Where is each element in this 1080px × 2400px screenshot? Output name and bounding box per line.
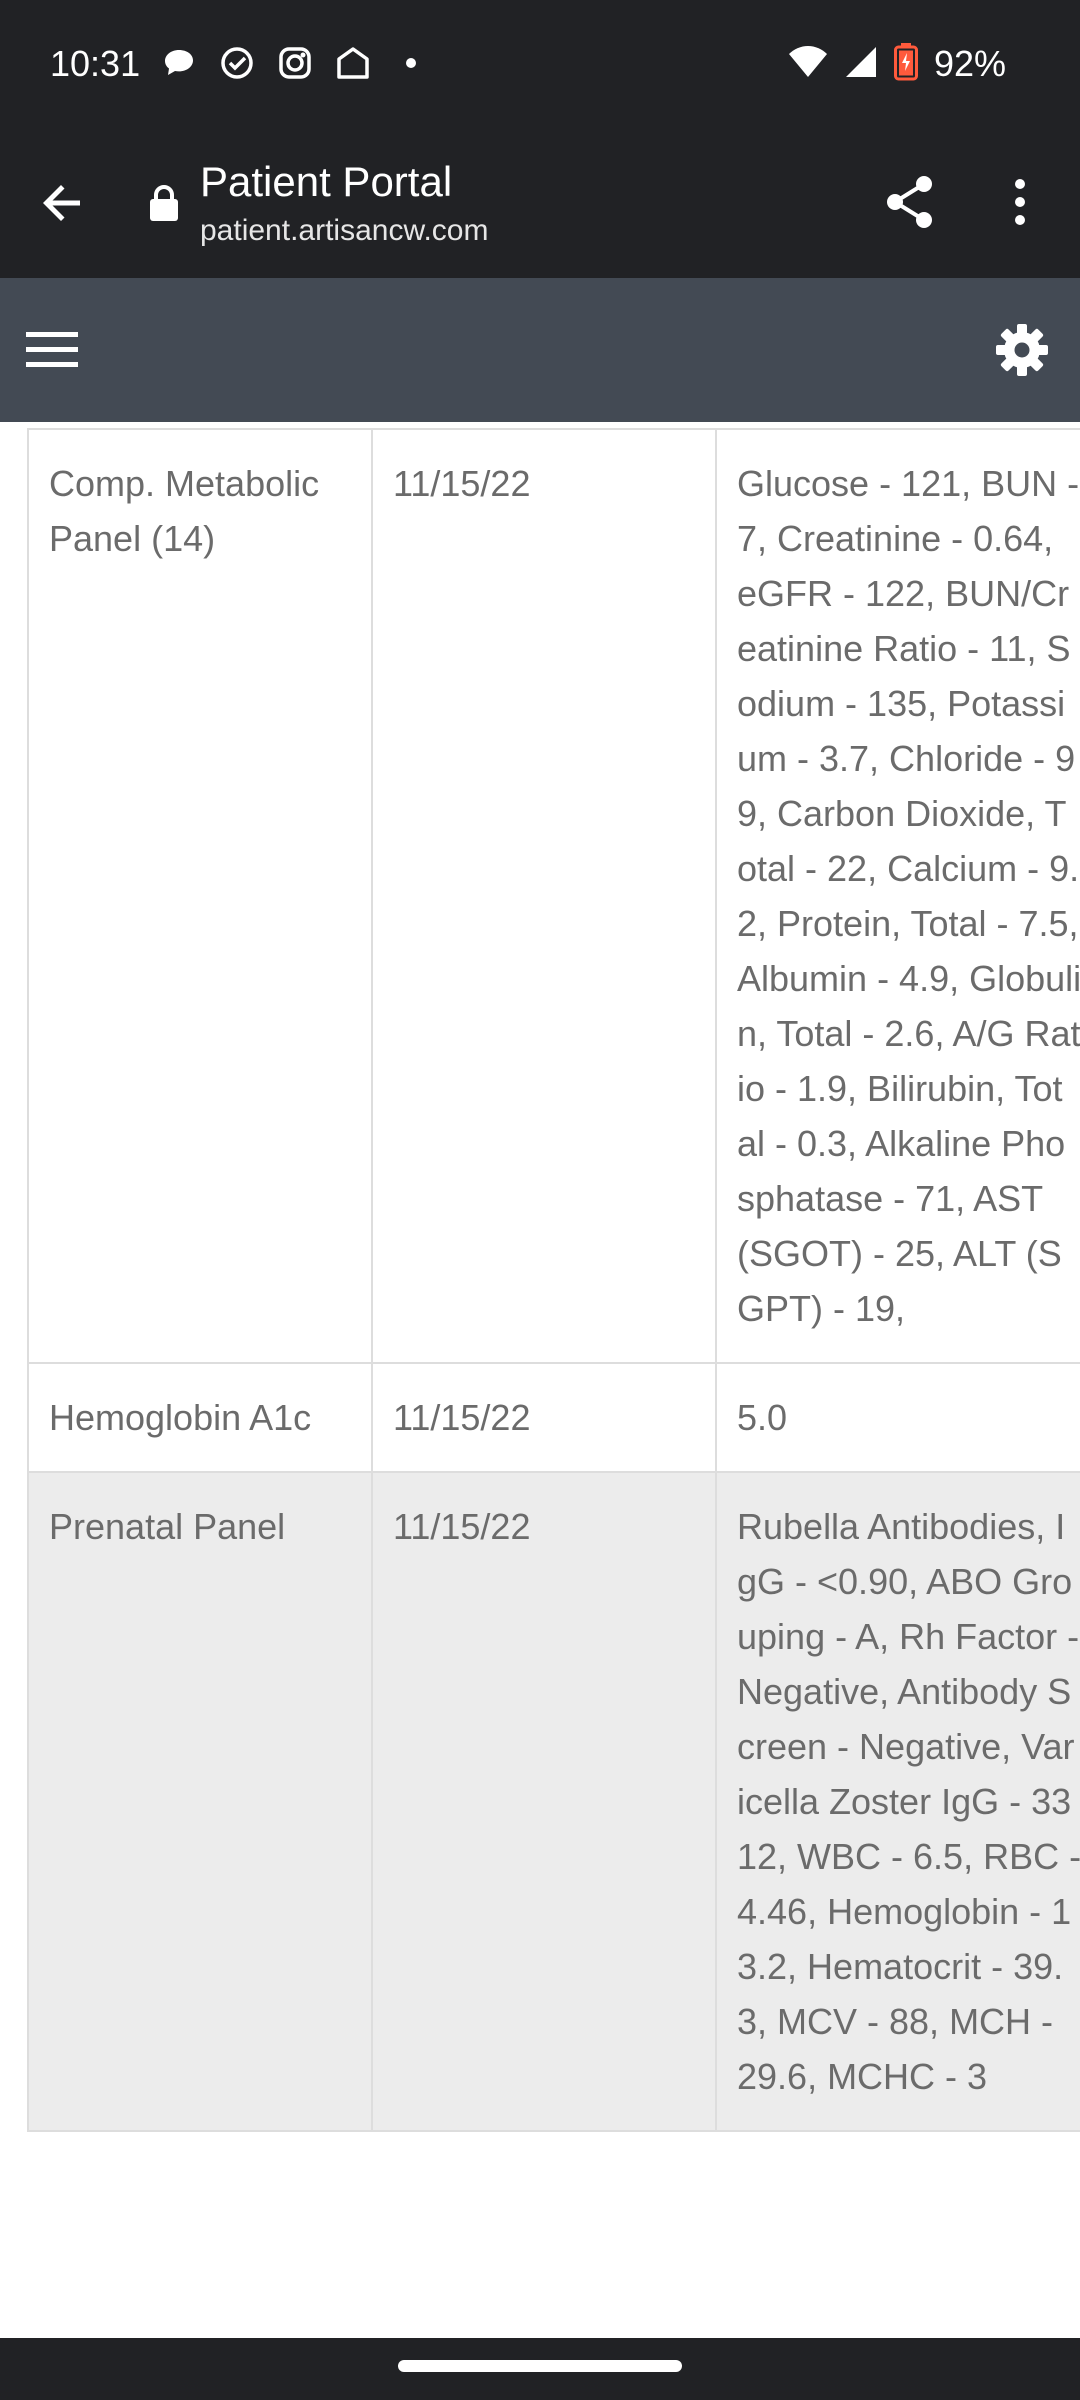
system-status: 92% [788, 42, 1006, 86]
home-icon [334, 44, 372, 82]
more-vert-icon [1015, 179, 1025, 225]
page-url[interactable]: patient.artisancw.com [200, 212, 488, 250]
date-cell: 11/15/22 [371, 428, 717, 1364]
page-title[interactable]: Patient Portal [200, 156, 452, 208]
navigation-bar [0, 2338, 1080, 2400]
status-bar: 10:31 92% [0, 0, 1080, 128]
table-row: Prenatal Panel 11/15/22 Rubella Antibodi… [27, 1471, 1080, 2132]
back-arrow-icon [43, 185, 80, 221]
battery-percent: 92% [933, 43, 1006, 84]
messages-icon [160, 44, 198, 82]
lab-results-table: Comp. Metabolic Panel (14) 11/15/22 Gluc… [27, 428, 1080, 2132]
results-content[interactable]: Comp. Metabolic Panel (14) 11/15/22 Gluc… [0, 422, 1080, 2338]
wifi-icon [788, 45, 828, 84]
home-gesture-handle[interactable] [398, 2360, 682, 2372]
gear-icon [996, 324, 1048, 376]
share-icon [887, 176, 932, 228]
test-name-cell: Comp. Metabolic Panel (14) [27, 428, 373, 1364]
lock-icon[interactable] [147, 183, 181, 223]
notification-icons [160, 44, 430, 82]
dot-icon [392, 44, 430, 82]
battery-icon [893, 42, 918, 86]
more-options-button[interactable] [990, 170, 1050, 234]
share-button[interactable] [878, 170, 942, 234]
hamburger-icon [26, 332, 78, 367]
result-cell: Glucose - 121, BUN - 7, Creatinine - 0.6… [715, 428, 1080, 1364]
settings-button[interactable] [992, 320, 1052, 380]
status-time: 10:31 [50, 43, 141, 84]
date-cell: 11/15/22 [371, 1362, 717, 1473]
table-row: Comp. Metabolic Panel (14) 11/15/22 Gluc… [27, 428, 1080, 1364]
photos-icon [276, 44, 314, 82]
browser-toolbar: Patient Portal patient.artisancw.com [0, 128, 1080, 278]
table-row: Hemoglobin A1c 11/15/22 5.0 [27, 1362, 1080, 1473]
back-button[interactable] [32, 173, 92, 233]
result-cell: Rubella Antibodies, IgG - <0.90, ABO Gro… [715, 1471, 1080, 2132]
test-name-cell: Hemoglobin A1c [27, 1362, 373, 1473]
signal-icon [844, 45, 878, 84]
result-cell: 5.0 [715, 1362, 1080, 1473]
date-cell: 11/15/22 [371, 1471, 717, 2132]
check-circle-icon [218, 44, 256, 82]
app-header [0, 278, 1080, 422]
test-name-cell: Prenatal Panel [27, 1471, 373, 2132]
hamburger-menu-button[interactable] [24, 322, 80, 378]
